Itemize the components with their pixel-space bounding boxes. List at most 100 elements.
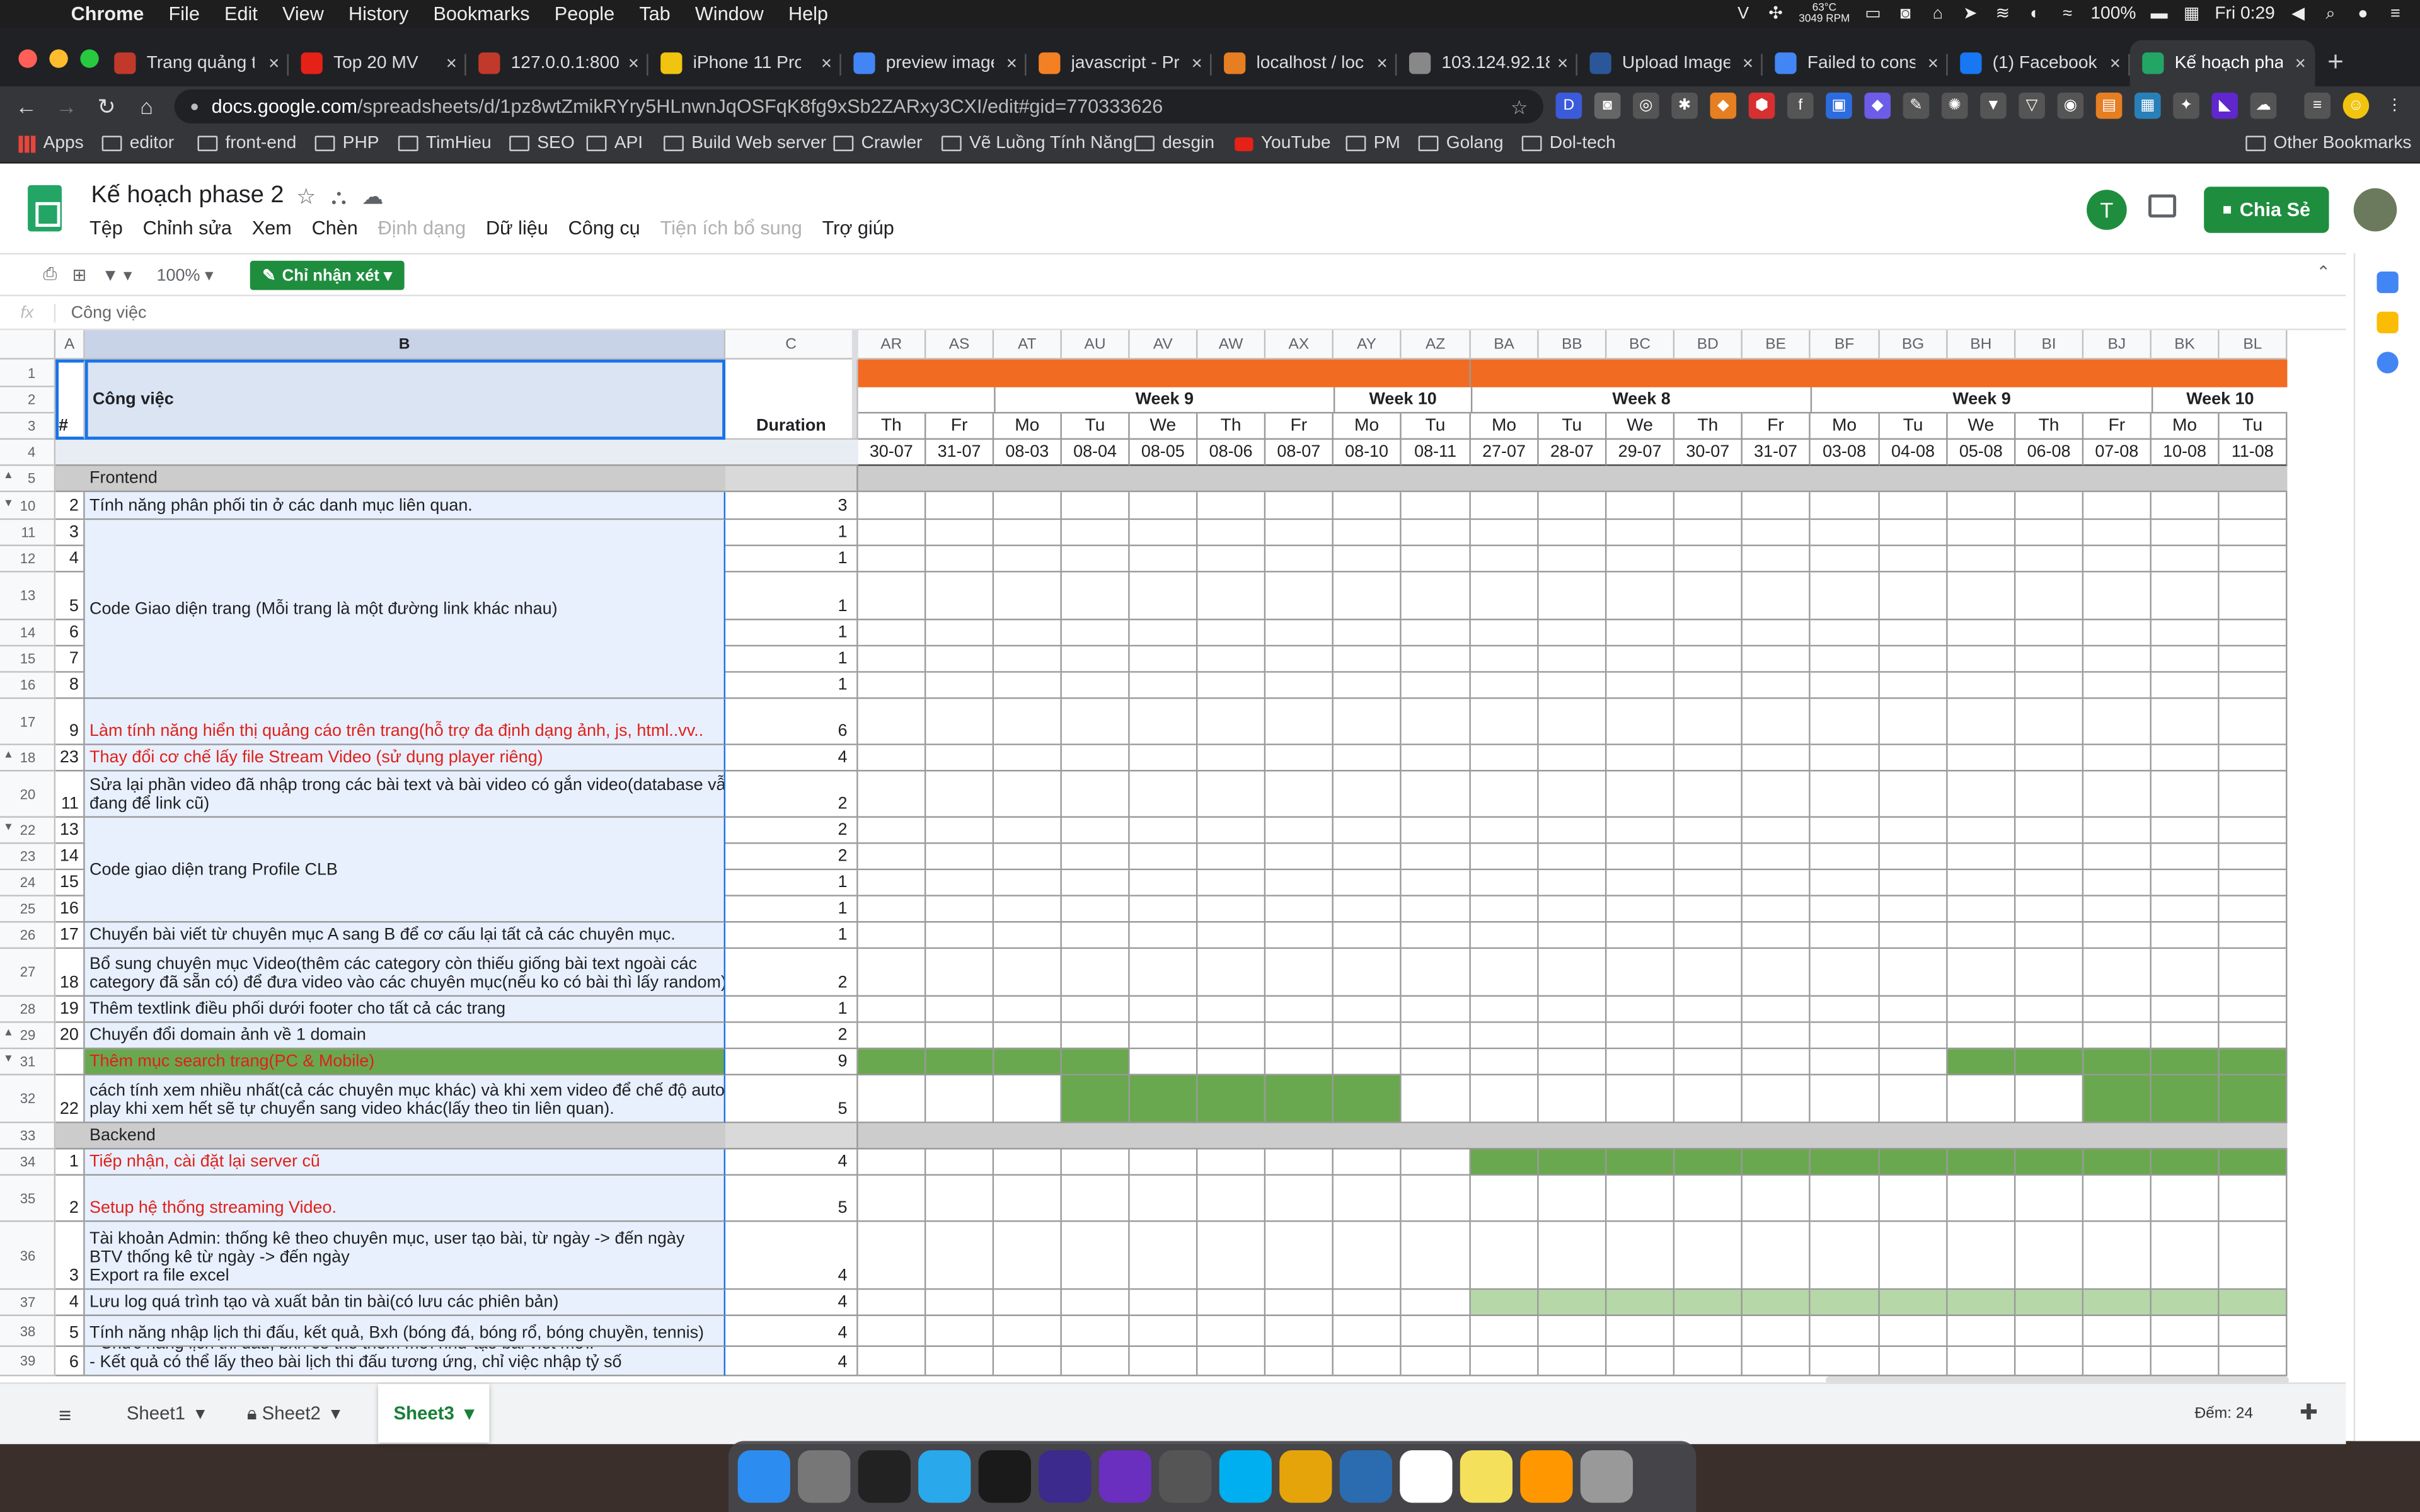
gantt-cell[interactable] bbox=[1265, 546, 1334, 573]
gantt-cell[interactable] bbox=[2219, 699, 2288, 745]
duration-cell[interactable]: 1 bbox=[725, 922, 858, 949]
close-window-button[interactable] bbox=[18, 49, 37, 68]
task-id-cell[interactable]: 20 bbox=[55, 1022, 85, 1050]
gantt-cell[interactable] bbox=[2015, 1176, 2084, 1222]
gantt-cell[interactable] bbox=[1742, 844, 1811, 871]
gantt-cell[interactable] bbox=[1129, 520, 1198, 546]
gantt-cell[interactable] bbox=[2083, 1149, 2152, 1176]
extension-fire-icon[interactable]: ◆ bbox=[1710, 92, 1737, 119]
gantt-cell[interactable] bbox=[1810, 745, 1880, 772]
gantt-cell[interactable] bbox=[1470, 896, 1539, 923]
gantt-cell[interactable] bbox=[858, 1049, 926, 1075]
gantt-cell[interactable] bbox=[2015, 949, 2084, 997]
task-id-cell[interactable]: 6 bbox=[55, 1346, 85, 1377]
gantt-cell[interactable] bbox=[2083, 546, 2152, 573]
gantt-cell[interactable] bbox=[1879, 1049, 1948, 1075]
menu-bookmarks[interactable]: Bookmarks bbox=[433, 3, 529, 25]
zoom-select[interactable]: 100% ▾ bbox=[157, 265, 214, 284]
gantt-cell[interactable] bbox=[1947, 1022, 2016, 1050]
gantt-cell[interactable] bbox=[1265, 572, 1334, 621]
duration-cell[interactable]: 9 bbox=[725, 1049, 858, 1075]
gantt-cell[interactable] bbox=[1197, 1346, 1266, 1377]
gantt-cell[interactable] bbox=[1265, 1176, 1334, 1222]
gantt-cell[interactable] bbox=[1810, 896, 1880, 923]
gantt-cell[interactable] bbox=[1674, 771, 1743, 818]
gantt-cell[interactable] bbox=[994, 1315, 1062, 1347]
gantt-cell[interactable] bbox=[1197, 844, 1266, 871]
gantt-cell[interactable] bbox=[1129, 1222, 1198, 1290]
menu-people[interactable]: People bbox=[555, 3, 614, 25]
gantt-cell[interactable] bbox=[1606, 572, 1675, 621]
gantt-cell[interactable] bbox=[1061, 896, 1130, 923]
comments-icon[interactable] bbox=[2148, 194, 2177, 218]
gantt-cell[interactable] bbox=[1742, 620, 1811, 647]
gantt-cell[interactable] bbox=[1129, 1022, 1198, 1050]
gantt-cell[interactable] bbox=[1538, 1222, 1607, 1290]
gantt-cell[interactable] bbox=[2015, 1049, 2084, 1075]
gantt-cell[interactable] bbox=[926, 817, 994, 844]
keep-icon[interactable] bbox=[2377, 311, 2399, 333]
gantt-cell[interactable] bbox=[2015, 771, 2084, 818]
gantt-cell[interactable] bbox=[1129, 646, 1198, 673]
gantt-cell[interactable] bbox=[858, 646, 926, 673]
gantt-cell[interactable] bbox=[1197, 817, 1266, 844]
bookmark-star-icon[interactable]: ☆ bbox=[1511, 95, 1528, 118]
gantt-cell[interactable] bbox=[1333, 520, 1402, 546]
gantt-cell[interactable] bbox=[1810, 1176, 1880, 1222]
gantt-cell[interactable] bbox=[1197, 646, 1266, 673]
gantt-cell[interactable] bbox=[1538, 672, 1607, 699]
gantt-cell[interactable] bbox=[1947, 672, 2016, 699]
close-tab-icon[interactable]: × bbox=[2295, 52, 2306, 74]
gantt-cell[interactable] bbox=[858, 1315, 926, 1347]
address-bar[interactable]: ● docs.google.com/spreadsheets/d/1pz8wtZ… bbox=[174, 89, 1543, 123]
sheet-tab-1[interactable]: Sheet1 ▾ bbox=[111, 1384, 220, 1443]
docs-menu-item[interactable]: Dữ liệu bbox=[486, 217, 548, 239]
gantt-cell[interactable] bbox=[858, 870, 926, 896]
gantt-cell[interactable] bbox=[1333, 1290, 1402, 1316]
gantt-cell[interactable] bbox=[926, 520, 994, 546]
gantt-cell[interactable] bbox=[1061, 572, 1130, 621]
gantt-cell[interactable] bbox=[1538, 771, 1607, 818]
gantt-cell[interactable] bbox=[1197, 572, 1266, 621]
task-cell[interactable]: Thêm mục search trang(PC & Mobile) bbox=[84, 1049, 726, 1075]
terminal-icon[interactable] bbox=[858, 1450, 911, 1503]
extension-tag-icon[interactable]: ◣ bbox=[2211, 92, 2238, 119]
gantt-cell[interactable] bbox=[1061, 949, 1130, 997]
extension-adblock-icon[interactable]: ⬢ bbox=[1748, 92, 1775, 119]
gantt-cell[interactable] bbox=[1879, 997, 1948, 1023]
gantt-cell[interactable] bbox=[1810, 699, 1880, 745]
bookmark-folder[interactable]: TimHieu bbox=[398, 134, 492, 152]
profile-picture[interactable] bbox=[2353, 188, 2397, 232]
gantt-cell[interactable] bbox=[994, 949, 1062, 997]
gantt-cell[interactable] bbox=[1674, 1049, 1743, 1075]
gantt-cell[interactable] bbox=[1674, 492, 1743, 520]
camera-icon[interactable]: ◙ bbox=[1896, 4, 1915, 23]
user-icon[interactable]: ● bbox=[2354, 4, 2372, 23]
browser-tab[interactable]: (1) Facebook × bbox=[1948, 40, 2130, 86]
duration-cell[interactable]: 2 bbox=[725, 817, 858, 844]
duration-cell[interactable]: 4 bbox=[725, 1222, 858, 1290]
gantt-cell[interactable] bbox=[2219, 1290, 2288, 1316]
gantt-cell[interactable] bbox=[1061, 646, 1130, 673]
gantt-cell[interactable] bbox=[1879, 870, 1948, 896]
gantt-cell[interactable] bbox=[994, 620, 1062, 647]
gantt-cell[interactable] bbox=[1129, 997, 1198, 1023]
docs-menu-item[interactable]: Công cụ bbox=[568, 217, 640, 239]
app-icon[interactable] bbox=[1339, 1450, 1392, 1503]
duration-cell[interactable]: 1 bbox=[725, 672, 858, 699]
gantt-cell[interactable] bbox=[1265, 922, 1334, 949]
gantt-cell[interactable] bbox=[2083, 1222, 2152, 1290]
gantt-cell[interactable] bbox=[1061, 1315, 1130, 1347]
browser-tab[interactable]: javascript - Pr × bbox=[1027, 40, 1212, 86]
gantt-cell[interactable] bbox=[2015, 1149, 2084, 1176]
task-cell[interactable]: Bổ sung chuyên mục Video(thêm các catego… bbox=[84, 949, 726, 997]
gantt-cell[interactable] bbox=[994, 520, 1062, 546]
gantt-cell[interactable] bbox=[1879, 1290, 1948, 1316]
gantt-cell[interactable] bbox=[1197, 997, 1266, 1023]
gantt-cell[interactable] bbox=[2015, 520, 2084, 546]
gantt-cell[interactable] bbox=[2219, 817, 2288, 844]
gantt-cell[interactable] bbox=[2083, 492, 2152, 520]
gantt-cell[interactable] bbox=[1947, 646, 2016, 673]
bookmark-folder[interactable]: PHP bbox=[314, 134, 379, 152]
task-cell[interactable]: Lưu log quá trình tạo và xuất bản tin bà… bbox=[84, 1290, 726, 1316]
